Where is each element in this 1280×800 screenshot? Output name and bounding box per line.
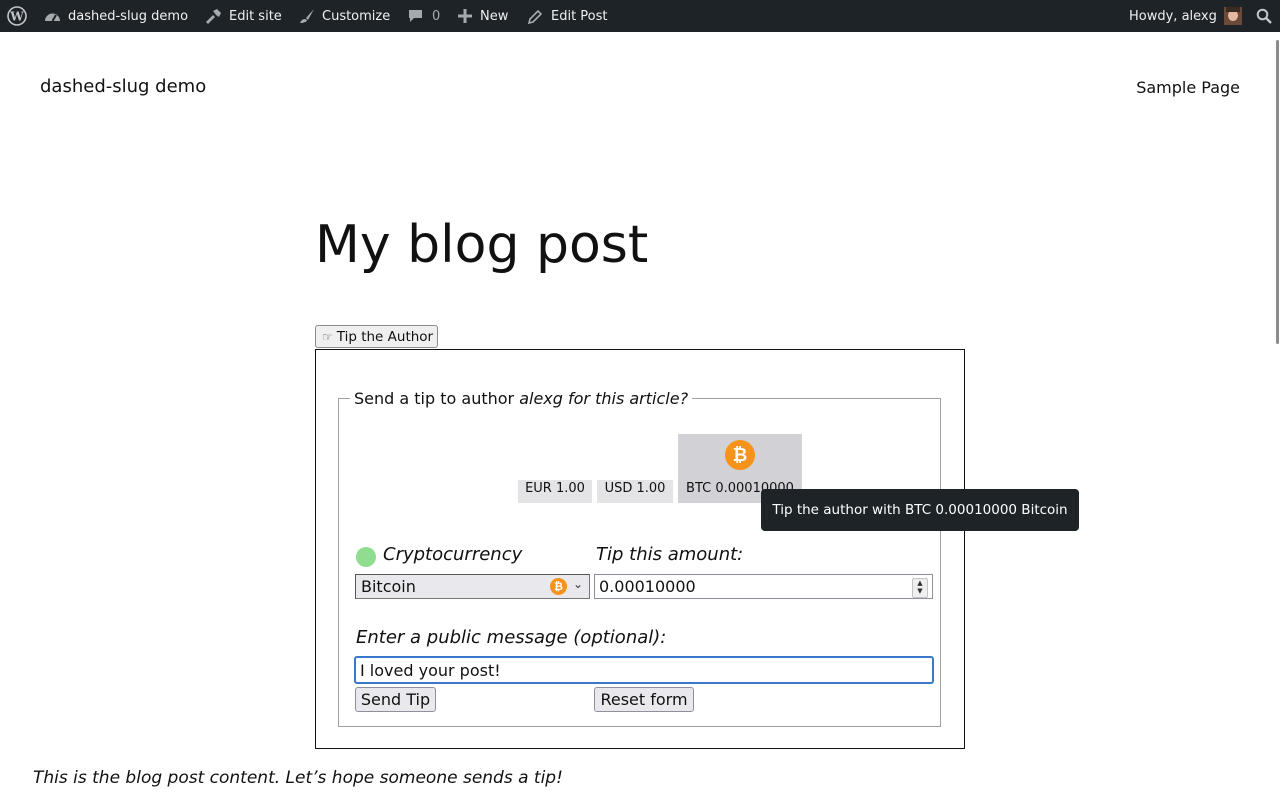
admin-bar-site-name: dashed-slug demo (68, 8, 189, 24)
customize-link[interactable]: Customize (299, 0, 390, 32)
dashboard-icon (44, 9, 61, 23)
pencil-icon (528, 9, 543, 24)
post-title: My blog post (315, 215, 649, 275)
number-spinner-icon[interactable]: ▲ ▼ (912, 578, 928, 598)
public-message-input[interactable]: I loved your post! (354, 656, 934, 684)
edit-post-label: Edit Post (551, 8, 608, 24)
comments-link[interactable]: 0 (408, 0, 440, 32)
amount-button-usd[interactable]: USD 1.00 (597, 480, 673, 503)
howdy-label: Howdy, alexg (1129, 8, 1217, 24)
admin-bar: W dashed-slug demo Edit site Customize 0… (0, 0, 1280, 32)
my-account-link[interactable]: Howdy, alexg (1129, 0, 1242, 32)
amount-usd-label: USD 1.00 (604, 481, 666, 496)
wordpress-logo-icon[interactable]: W (7, 0, 27, 32)
amount-button-eur[interactable]: EUR 1.00 (518, 480, 592, 503)
tip-the-author-button[interactable]: ☞ Tip the Author (315, 325, 438, 348)
new-content-link[interactable]: New (458, 0, 508, 32)
reset-form-button[interactable]: Reset form (594, 687, 694, 712)
cryptocurrency-label: Cryptocurrency (383, 544, 523, 565)
edit-post-link[interactable]: Edit Post (528, 0, 608, 32)
amount-eur-label: EUR 1.00 (525, 481, 585, 496)
bitcoin-small-icon: ₿ (550, 578, 567, 595)
tip-legend: Send a tip to author alexg for this arti… (350, 389, 693, 408)
site-title[interactable]: dashed-slug demo (40, 76, 206, 97)
send-tip-label: Send Tip (360, 690, 431, 709)
tip-amount-value: 0.00010000 (599, 577, 696, 596)
customize-brush-icon (299, 8, 315, 24)
bitcoin-icon: ₿ (725, 440, 755, 470)
tip-amount-label: Tip this amount: (596, 544, 744, 565)
svg-text:W: W (9, 10, 24, 24)
reset-form-label: Reset form (600, 690, 688, 709)
edit-site-label: Edit site (229, 8, 282, 24)
send-tip-button[interactable]: Send Tip (355, 687, 436, 712)
amount-tooltip: Tip the author with BTC 0.00010000 Bitco… (761, 489, 1079, 531)
edit-site-icon (204, 8, 222, 24)
public-message-value: I loved your post! (360, 660, 501, 680)
comment-bubble-icon (408, 9, 423, 23)
edit-site-link[interactable]: Edit site (204, 0, 282, 32)
crypto-status-dot (356, 547, 376, 567)
comments-count: 0 (432, 8, 441, 24)
new-label: New (480, 8, 509, 24)
legend-author: alexg for this article? (519, 389, 689, 408)
cryptocurrency-selected: Bitcoin (361, 577, 416, 596)
search-icon[interactable] (1256, 0, 1272, 32)
tip-the-author-label: Tip the Author (336, 328, 434, 345)
user-avatar (1223, 7, 1242, 25)
customize-label: Customize (322, 8, 391, 24)
page-scrollbar[interactable] (1276, 40, 1279, 344)
tip-amount-input[interactable]: 0.00010000 ▲ ▼ (594, 574, 933, 599)
plus-icon (458, 9, 472, 23)
legend-prefix: Send a tip to author (354, 389, 515, 408)
cryptocurrency-select[interactable]: Bitcoin ₿ ⌄ (355, 574, 590, 599)
message-label: Enter a public message (optional): (356, 627, 667, 648)
post-content: This is the blog post content. Let’s hop… (33, 768, 563, 788)
nav-item-sample-page[interactable]: Sample Page (1136, 78, 1240, 97)
pointing-hand-icon: ☞ (322, 329, 333, 344)
admin-bar-site-link[interactable]: dashed-slug demo (44, 0, 188, 32)
chevron-down-icon: ⌄ (572, 577, 583, 591)
